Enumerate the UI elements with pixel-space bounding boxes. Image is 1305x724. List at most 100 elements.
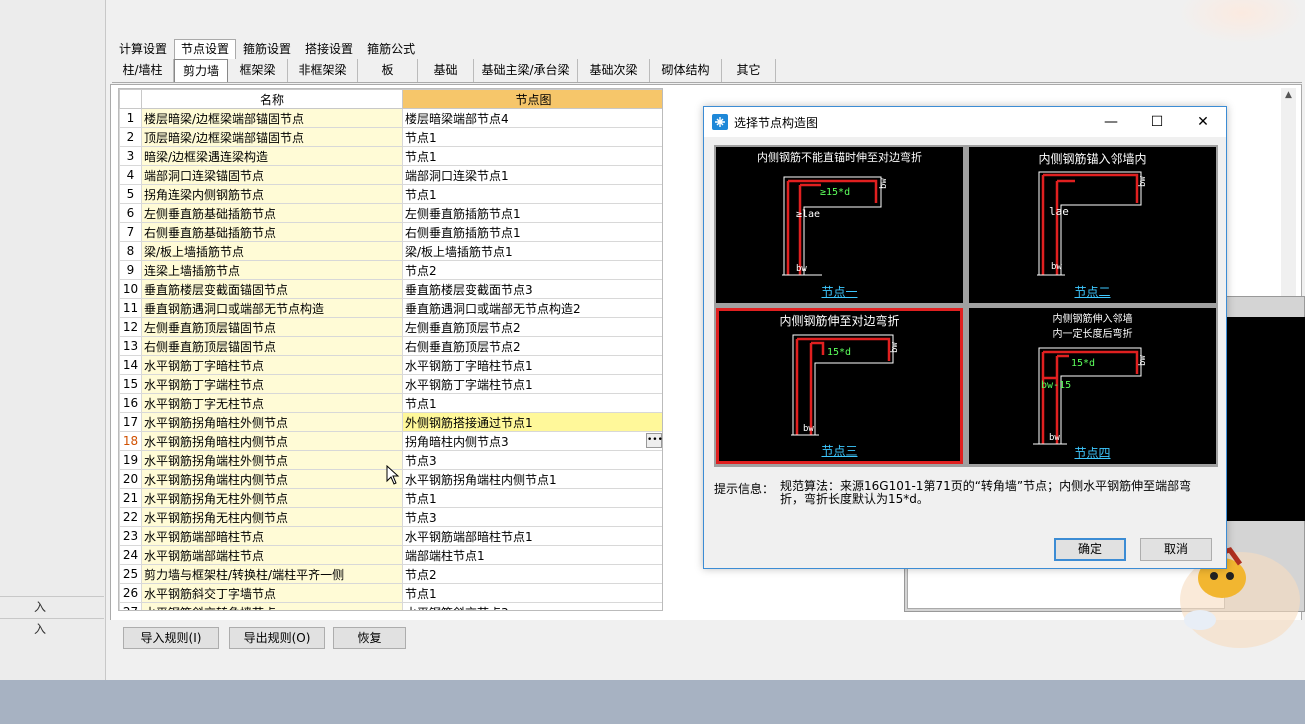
tab-foundation-main-beam[interactable]: 基础主梁/承台梁: [474, 59, 578, 82]
table-row[interactable]: 15 水平钢筋丁字端柱节点 水平钢筋丁字端柱节点1: [119, 374, 662, 394]
node-link-label[interactable]: 节点二: [969, 283, 1216, 300]
tab-foundation[interactable]: 基础: [418, 59, 474, 82]
ellipsis-button[interactable]: •••: [646, 433, 662, 448]
tab-node-settings[interactable]: 节点设置: [174, 39, 237, 59]
row-node-cell[interactable]: 端部洞口连梁节点1: [402, 165, 662, 185]
table-row[interactable]: 25 剪力墙与框架柱/转换柱/端柱平齐一侧 节点2: [119, 564, 662, 584]
row-node-cell[interactable]: 水平钢筋丁字端柱节点1: [402, 374, 662, 394]
left-panel-row[interactable]: 入: [0, 618, 104, 638]
row-node-cell[interactable]: 节点1: [402, 127, 662, 147]
restore-button[interactable]: 恢复: [333, 627, 406, 649]
node-link-label[interactable]: 节点三: [719, 442, 960, 459]
minimize-icon[interactable]: —: [1088, 107, 1134, 137]
table-row[interactable]: 5 拐角连梁内侧钢筋节点 节点1: [119, 184, 662, 204]
cancel-button[interactable]: 取消: [1140, 538, 1212, 561]
table-row[interactable]: 23 水平钢筋端部暗柱节点 水平钢筋端部暗柱节点1: [119, 526, 662, 546]
table-row[interactable]: 12 左侧垂直筋顶层锚固节点 左侧垂直筋顶层节点2: [119, 317, 662, 337]
column-header-node[interactable]: 节点图: [402, 89, 662, 109]
row-node-cell[interactable]: 拐角暗柱内侧节点3 •••: [402, 431, 662, 451]
row-node-cell[interactable]: 梁/板上墙插筋节点1: [402, 241, 662, 261]
table-row[interactable]: 7 右侧垂直筋基础插筋节点 右侧垂直筋插筋节点1: [119, 222, 662, 242]
table-row[interactable]: 9 连梁上墙插筋节点 节点2: [119, 260, 662, 280]
row-name-cell[interactable]: 左侧垂直筋基础插筋节点: [141, 203, 403, 223]
table-row[interactable]: 10 垂直筋楼层变截面锚固节点 垂直筋楼层变截面节点3: [119, 279, 662, 299]
row-node-cell[interactable]: 节点2: [402, 260, 662, 280]
tab-masonry[interactable]: 砌体结构: [650, 59, 722, 82]
row-name-cell[interactable]: 水平钢筋拐角暗柱内侧节点: [141, 431, 403, 451]
row-name-cell[interactable]: 楼层暗梁/边框梁端部锚固节点: [141, 108, 403, 128]
left-panel-row[interactable]: 入: [0, 596, 104, 616]
table-row[interactable]: 16 水平钢筋丁字无柱节点 节点1: [119, 393, 662, 413]
node-option-3[interactable]: 内侧钢筋伸至对边弯折 15*d bw bw 节点三: [716, 308, 963, 464]
table-row[interactable]: 1 楼层暗梁/边框梁端部锚固节点 楼层暗梁端部节点4: [119, 108, 662, 128]
row-name-cell[interactable]: 顶层暗梁/边框梁端部锚固节点: [141, 127, 403, 147]
tab-stirrup-formula[interactable]: 箍筋公式: [360, 39, 422, 59]
row-name-cell[interactable]: 连梁上墙插筋节点: [141, 260, 403, 280]
row-node-cell[interactable]: 节点1: [402, 146, 662, 166]
row-node-cell[interactable]: 端部端柱节点1: [402, 545, 662, 565]
row-name-cell[interactable]: 垂直钢筋遇洞口或端部无节点构造: [141, 298, 403, 318]
row-node-cell[interactable]: 水平钢筋丁字暗柱节点1: [402, 355, 662, 375]
table-row[interactable]: 21 水平钢筋拐角无柱外侧节点 节点1: [119, 488, 662, 508]
row-node-cell[interactable]: 左侧垂直筋顶层节点2: [402, 317, 662, 337]
row-name-cell[interactable]: 水平钢筋拐角无柱外侧节点: [141, 488, 403, 508]
row-name-cell[interactable]: 端部洞口连梁锚固节点: [141, 165, 403, 185]
row-node-cell[interactable]: 节点1: [402, 583, 662, 603]
export-rules-button[interactable]: 导出规则(O): [229, 627, 325, 649]
node-option-4[interactable]: 内侧钢筋伸入邻墙 内一定长度后弯折 15*d bw-15 bw bw 节点四: [969, 308, 1216, 464]
table-row[interactable]: 6 左侧垂直筋基础插筋节点 左侧垂直筋插筋节点1: [119, 203, 662, 223]
row-node-cell[interactable]: 垂直筋楼层变截面节点3: [402, 279, 662, 299]
row-name-cell[interactable]: 水平钢筋端部暗柱节点: [141, 526, 403, 546]
row-name-cell[interactable]: 左侧垂直筋顶层锚固节点: [141, 317, 403, 337]
tab-column[interactable]: 柱/墙柱: [112, 59, 174, 82]
tab-stirrup-settings[interactable]: 箍筋设置: [236, 39, 298, 59]
table-row[interactable]: 13 右侧垂直筋顶层锚固节点 右侧垂直筋顶层节点2: [119, 336, 662, 356]
row-name-cell[interactable]: 梁/板上墙插筋节点: [141, 241, 403, 261]
column-header-name[interactable]: 名称: [141, 89, 403, 109]
tab-frame-beam[interactable]: 框架梁: [228, 59, 288, 82]
row-node-cell[interactable]: 水平钢筋端部暗柱节点1: [402, 526, 662, 546]
row-name-cell[interactable]: 水平钢筋丁字端柱节点: [141, 374, 403, 394]
row-name-cell[interactable]: 暗梁/边框梁遇连梁构造: [141, 146, 403, 166]
tab-non-frame-beam[interactable]: 非框架梁: [288, 59, 358, 82]
row-name-cell[interactable]: 右侧垂直筋顶层锚固节点: [141, 336, 403, 356]
row-node-cell[interactable]: 水平钢筋斜交节点3: [402, 602, 662, 610]
table-row[interactable]: 3 暗梁/边框梁遇连梁构造 节点1: [119, 146, 662, 166]
tab-slab[interactable]: 板: [358, 59, 418, 82]
row-name-cell[interactable]: 拐角连梁内侧钢筋节点: [141, 184, 403, 204]
row-name-cell[interactable]: 剪力墙与框架柱/转换柱/端柱平齐一侧: [141, 564, 403, 584]
tab-shear-wall[interactable]: 剪力墙: [174, 59, 228, 82]
table-row[interactable]: 8 梁/板上墙插筋节点 梁/板上墙插筋节点1: [119, 241, 662, 261]
import-rules-button[interactable]: 导入规则(I): [123, 627, 219, 649]
row-node-cell[interactable]: 垂直筋遇洞口或端部无节点构造2: [402, 298, 662, 318]
table-row[interactable]: 27 水平钢筋斜交转角墙节点 水平钢筋斜交节点3: [119, 602, 662, 610]
tab-foundation-secondary-beam[interactable]: 基础次梁: [578, 59, 650, 82]
row-node-cell[interactable]: 右侧垂直筋顶层节点2: [402, 336, 662, 356]
row-node-cell[interactable]: 节点1: [402, 488, 662, 508]
dialog-title-bar[interactable]: 选择节点构造图 — ☐ ✕: [704, 107, 1226, 137]
table-row[interactable]: 18 水平钢筋拐角暗柱内侧节点 拐角暗柱内侧节点3 •••: [119, 431, 662, 451]
row-name-cell[interactable]: 水平钢筋丁字无柱节点: [141, 393, 403, 413]
row-node-cell[interactable]: 楼层暗梁端部节点4: [402, 108, 662, 128]
row-name-cell[interactable]: 水平钢筋斜交转角墙节点: [141, 602, 403, 610]
table-row[interactable]: 22 水平钢筋拐角无柱内侧节点 节点3: [119, 507, 662, 527]
table-row[interactable]: 11 垂直钢筋遇洞口或端部无节点构造 垂直筋遇洞口或端部无节点构造2: [119, 298, 662, 318]
row-name-cell[interactable]: 水平钢筋拐角端柱内侧节点: [141, 469, 403, 489]
node-option-1[interactable]: 内侧钢筋不能直锚时伸至对边弯折 ≥15*d ≥lae bw bw 节点一: [716, 147, 963, 303]
table-row[interactable]: 4 端部洞口连梁锚固节点 端部洞口连梁节点1: [119, 165, 662, 185]
table-row[interactable]: 17 水平钢筋拐角暗柱外侧节点 外侧钢筋搭接通过节点1: [119, 412, 662, 432]
close-icon[interactable]: ✕: [1180, 107, 1226, 137]
table-row[interactable]: 24 水平钢筋端部端柱节点 端部端柱节点1: [119, 545, 662, 565]
row-name-cell[interactable]: 水平钢筋斜交丁字墙节点: [141, 583, 403, 603]
row-node-cell[interactable]: 外侧钢筋搭接通过节点1: [402, 412, 662, 432]
row-node-cell[interactable]: 节点2: [402, 564, 662, 584]
maximize-icon[interactable]: ☐: [1134, 107, 1180, 137]
node-option-2[interactable]: 内侧钢筋锚入邻墙内 lae bw bw 节点二: [969, 147, 1216, 303]
row-name-cell[interactable]: 水平钢筋拐角端柱外侧节点: [141, 450, 403, 470]
row-name-cell[interactable]: 垂直筋楼层变截面锚固节点: [141, 279, 403, 299]
node-link-label[interactable]: 节点一: [716, 283, 963, 300]
row-node-cell[interactable]: 节点1: [402, 184, 662, 204]
row-name-cell[interactable]: 右侧垂直筋基础插筋节点: [141, 222, 403, 242]
table-row[interactable]: 14 水平钢筋丁字暗柱节点 水平钢筋丁字暗柱节点1: [119, 355, 662, 375]
row-node-cell[interactable]: 水平钢筋拐角端柱内侧节点1: [402, 469, 662, 489]
